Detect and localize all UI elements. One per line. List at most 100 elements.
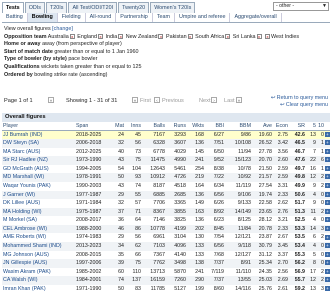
col-header-econ[interactable]: Econ — [273, 122, 289, 131]
first-page-icon[interactable]: « — [48, 97, 54, 103]
col-header-span[interactable]: Span — [75, 122, 109, 131]
expand-icon[interactable]: + — [325, 217, 330, 223]
tab-twenty20[interactable]: Twenty20 — [118, 2, 150, 13]
cell-bbi: 7/68 — [213, 251, 224, 258]
tab-womens-t20is[interactable]: Women's T20Is — [150, 2, 196, 13]
table-row: CEL Ambrose (WI) 1988-2000 46 86 10778 4199 20… — [2, 224, 330, 234]
expand-icon[interactable]: + — [325, 140, 330, 146]
cell-player[interactable]: DK Lillee (AUS) — [2, 199, 75, 208]
cell-player[interactable]: CEL Ambrose (WI) — [2, 224, 75, 234]
cell-wkts: 164 — [195, 182, 204, 189]
cell-player[interactable]: JJ Bumrah (IND) — [2, 130, 75, 140]
expand-icon[interactable]: + — [325, 183, 330, 189]
cell-player[interactable]: JN Gillespie (AUS) — [2, 259, 75, 268]
cell-player[interactable]: J Garner (WI) — [2, 190, 75, 200]
tab-tests[interactable]: Tests — [2, 2, 24, 13]
other-select-value: - other - — [276, 3, 295, 9]
col-header-10[interactable]: 10 — [317, 122, 325, 131]
expand-icon[interactable]: + — [325, 165, 330, 171]
expand-icon[interactable]: + — [325, 191, 330, 197]
tab-all-formats[interactable]: All Test/ODI/T20I — [68, 2, 118, 13]
tab-umpire-referee[interactable]: Umpire and referee — [175, 13, 231, 22]
cell-player[interactable]: AME Roberts (WI) — [2, 233, 75, 242]
cell-player[interactable]: MD Marshall (WI) — [2, 173, 75, 182]
cell-expand: + — [325, 165, 330, 174]
remove-icon[interactable]: x — [187, 33, 193, 39]
col-header-bbm[interactable]: BBM — [225, 122, 252, 131]
col-header-runs[interactable]: Runs — [166, 122, 187, 131]
last-page-button[interactable]: » — [236, 97, 242, 103]
cell-player[interactable]: Waqar Younis (PAK) — [2, 182, 75, 191]
remove-icon[interactable]: x — [158, 33, 164, 39]
cell-player[interactable]: CA Walsh (WI) — [2, 276, 75, 285]
cell-player[interactable]: MA Holding (WI) — [2, 207, 75, 217]
expand-icon[interactable]: + — [325, 225, 330, 231]
expand-icon[interactable]: + — [325, 243, 330, 249]
other-select[interactable]: - other - ▼ — [273, 2, 329, 11]
cell-inns: 110 — [132, 268, 141, 275]
col-header-mat[interactable]: Mat — [109, 122, 125, 131]
cell-econ: 3.42 — [273, 139, 289, 148]
tab-odis[interactable]: ODIs — [24, 2, 45, 13]
cell-player[interactable]: Wasim Akram (PAK) — [2, 268, 75, 277]
expand-icon[interactable]: + — [325, 251, 330, 257]
col-header-ave[interactable]: Ave — [252, 122, 273, 131]
cell-player[interactable]: M Morkel (SA) — [2, 216, 75, 225]
first-label[interactable]: First — [140, 98, 151, 104]
expand-icon[interactable]: + — [325, 268, 330, 274]
expand-icon[interactable]: + — [325, 260, 330, 266]
cell-player[interactable]: MG Johnson (AUS) — [2, 251, 75, 260]
col-header-5[interactable]: 5 — [306, 122, 317, 131]
remove-icon[interactable]: x — [118, 33, 124, 39]
cell-player[interactable]: Imran Khan (PAK) — [2, 285, 75, 294]
cell-balls: 8367 — [142, 207, 166, 217]
cell-wkts: 199 — [195, 285, 204, 292]
cell-player[interactable]: DW Steyn (SA) — [2, 139, 75, 148]
cell-ten: 1 — [317, 139, 325, 148]
col-header-sr[interactable]: SR — [289, 122, 306, 131]
tab-aggregate-overall[interactable]: Aggregate/overall — [230, 13, 282, 22]
return-link-label: Return to query menu — [276, 95, 328, 101]
remove-icon[interactable]: x — [98, 33, 104, 39]
expand-icon[interactable]: + — [325, 148, 330, 154]
previous-label[interactable]: Previous — [162, 98, 184, 104]
expand-icon[interactable]: + — [325, 208, 330, 214]
last-label[interactable]: Last — [224, 98, 235, 104]
next-label[interactable]: Next — [199, 98, 211, 104]
expand-icon[interactable]: + — [325, 234, 330, 240]
first-page-button[interactable]: « — [132, 97, 138, 103]
next-page-button[interactable]: › — [211, 97, 217, 103]
cell-player[interactable]: GD McGrath (AUS) — [2, 165, 75, 174]
remove-icon[interactable]: x — [265, 33, 271, 39]
remove-icon[interactable]: x — [69, 33, 75, 39]
previous-page-button[interactable]: ‹ — [154, 97, 160, 103]
expand-icon[interactable]: + — [325, 286, 330, 291]
tab-t20is[interactable]: T20Is — [45, 2, 68, 13]
cell-expand: + — [325, 268, 330, 277]
cell-expand: + — [325, 259, 330, 268]
remove-icon[interactable]: x — [256, 33, 262, 39]
tab-team[interactable]: Team — [153, 13, 175, 22]
expand-icon[interactable]: + — [325, 174, 330, 180]
col-header-wkts[interactable]: Wkts — [187, 122, 205, 131]
expand-icon[interactable]: + — [325, 277, 330, 283]
tab-all-round[interactable]: All-round — [86, 13, 117, 22]
tab-partnership[interactable]: Partnership — [116, 13, 153, 22]
tab-fielding[interactable]: Fielding — [58, 13, 86, 22]
cell-player[interactable]: MA Starc (AUS) — [2, 148, 75, 157]
col-header-inns[interactable]: Inns — [125, 122, 142, 131]
remove-icon[interactable]: x — [225, 33, 231, 39]
clear-query-menu-link[interactable]: ↩ Clear query menu — [271, 102, 328, 109]
col-header-bbi[interactable]: BBI — [205, 122, 225, 131]
cell-player[interactable]: Sir RJ Hadlee (NZ) — [2, 156, 75, 165]
cell-sr: 56.2 — [289, 259, 306, 268]
cell-player[interactable]: Mohammed Shami (IND) — [2, 242, 75, 251]
tab-batting[interactable]: Batting — [2, 13, 28, 22]
change-view-link[interactable]: [change] — [52, 26, 73, 32]
tab-bowling[interactable]: Bowling — [27, 13, 58, 22]
expand-icon[interactable]: + — [325, 200, 330, 206]
col-header-player[interactable]: Player — [2, 122, 75, 131]
col-header-balls[interactable]: Balls — [142, 122, 166, 131]
expand-icon[interactable]: + — [325, 157, 330, 163]
expand-icon[interactable]: + — [325, 131, 330, 137]
